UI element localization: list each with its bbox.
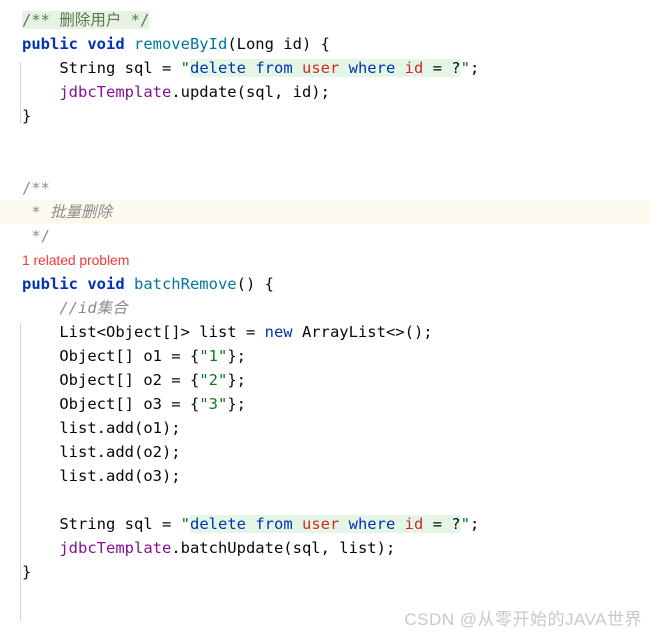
close-brace: } (22, 107, 32, 125)
list-decl-prefix: List<Object[]> list = (59, 323, 265, 341)
string-literal-2: "2" (199, 371, 228, 389)
field-jdbctemplate: jdbcTemplate (59, 539, 172, 557)
doc-comment-text: /** 删除用户 */ (22, 11, 150, 29)
code-editor[interactable]: /** 删除用户 */ public void removeById(Long … (0, 0, 650, 636)
sql-column-id: id (404, 515, 424, 533)
code-line-object-o1[interactable]: Object[] o1 = {"1"}; (0, 344, 650, 368)
code-line-doc-comment[interactable]: /** 删除用户 */ (0, 8, 650, 32)
sql-keyword-where: where (339, 59, 405, 77)
close-brace: } (22, 563, 32, 581)
code-line-close-brace-1[interactable]: } (0, 104, 650, 128)
code-line-list-add-o2[interactable]: list.add(o2); (0, 440, 650, 464)
code-line-blank[interactable] (0, 488, 650, 512)
sql-column-id: id (404, 59, 424, 77)
code-line-doc-body[interactable]: * 批量删除 (0, 200, 650, 224)
object-decl-suffix: }; (227, 395, 246, 413)
code-line-object-o2[interactable]: Object[] o2 = {"2"}; (0, 368, 650, 392)
object-decl-prefix: Object[] o3 = { (59, 395, 200, 413)
object-decl-prefix: Object[] o1 = { (59, 347, 200, 365)
list-decl-suffix: ArrayList<>(); (292, 323, 433, 341)
field-jdbctemplate: jdbcTemplate (59, 83, 172, 101)
sql-keyword-where: where (339, 515, 405, 533)
string-literal-1: "1" (199, 347, 228, 365)
line-comment-text: //id集合 (59, 299, 128, 317)
code-line-list-add-o3[interactable]: list.add(o3); (0, 464, 650, 488)
keyword-new: new (264, 323, 293, 341)
doc-close-marker: */ (22, 227, 50, 245)
method-params: (Long id) { (227, 35, 330, 53)
sql-fragment: delete from user where id = ? (190, 515, 461, 533)
inlay-hint-row[interactable]: 1 related problem (0, 248, 650, 272)
batchupdate-method-call: .batchUpdate(sql, list); (171, 539, 396, 557)
list-add-call: list.add(o1); (59, 419, 181, 437)
string-open-quote: " (180, 515, 190, 533)
csdn-watermark: CSDN @从零开始的JAVA世界 (404, 610, 642, 629)
code-line-method-signature-batchremove[interactable]: public void batchRemove() { (0, 272, 650, 296)
code-line-list-declaration[interactable]: List<Object[]> list = new ArrayList<>(); (0, 320, 650, 344)
code-line-comment-id-set[interactable]: //id集合 (0, 296, 650, 320)
string-close-quote: " (460, 59, 470, 77)
method-name-batchremove: batchRemove (133, 275, 237, 293)
object-decl-suffix: }; (227, 371, 246, 389)
method-name-removebyid: removeById (133, 35, 228, 53)
object-decl-suffix: }; (227, 347, 246, 365)
sql-table-user: user (301, 515, 340, 533)
string-literal-3: "3" (199, 395, 228, 413)
code-line-method-signature-removebyid[interactable]: public void removeById(Long id) { (0, 32, 650, 56)
statement-terminator: ; (469, 59, 480, 77)
code-line-blank[interactable] (0, 152, 650, 176)
code-line-doc-open[interactable]: /** (0, 176, 650, 200)
code-line-sql-assignment-2[interactable]: String sql = "delete from user where id … (0, 512, 650, 536)
doc-body-text: * 批量删除 (22, 203, 112, 221)
code-line-list-add-o1[interactable]: list.add(o1); (0, 416, 650, 440)
code-line-sql-assignment-1[interactable]: String sql = "delete from user where id … (0, 56, 650, 80)
code-line-jdbctemplate-batchupdate[interactable]: jdbcTemplate.batchUpdate(sql, list); (0, 536, 650, 560)
sql-fragment: delete from user where id = ? (190, 59, 461, 77)
list-add-call: list.add(o3); (59, 467, 181, 485)
statement-terminator: ; (469, 515, 480, 533)
update-method-call: .update(sql, id); (171, 83, 330, 101)
code-line-close-brace-2[interactable]: } (0, 560, 650, 584)
sql-keyword-delete-from: delete from (190, 515, 302, 533)
sql-assign-prefix: String sql = (59, 59, 181, 77)
method-params: () { (236, 275, 274, 293)
code-line-object-o3[interactable]: Object[] o3 = {"3"}; (0, 392, 650, 416)
sql-operator: = ? (423, 515, 461, 533)
doc-open-marker: /** (22, 179, 50, 197)
list-add-call: list.add(o2); (59, 443, 181, 461)
code-line-doc-close[interactable]: */ (0, 224, 650, 248)
code-line-jdbctemplate-update[interactable]: jdbcTemplate.update(sql, id); (0, 80, 650, 104)
related-problem-hint[interactable]: 1 related problem (22, 252, 129, 268)
sql-table-user: user (301, 59, 340, 77)
sql-operator: = ? (423, 59, 461, 77)
object-decl-prefix: Object[] o2 = { (59, 371, 200, 389)
sql-assign-prefix: String sql = (59, 515, 181, 533)
sql-keyword-delete-from: delete from (190, 59, 302, 77)
keyword-public-void: public void (22, 35, 134, 53)
string-close-quote: " (460, 515, 470, 533)
keyword-public-void: public void (22, 275, 134, 293)
code-line-blank[interactable] (0, 128, 650, 152)
string-open-quote: " (180, 59, 190, 77)
